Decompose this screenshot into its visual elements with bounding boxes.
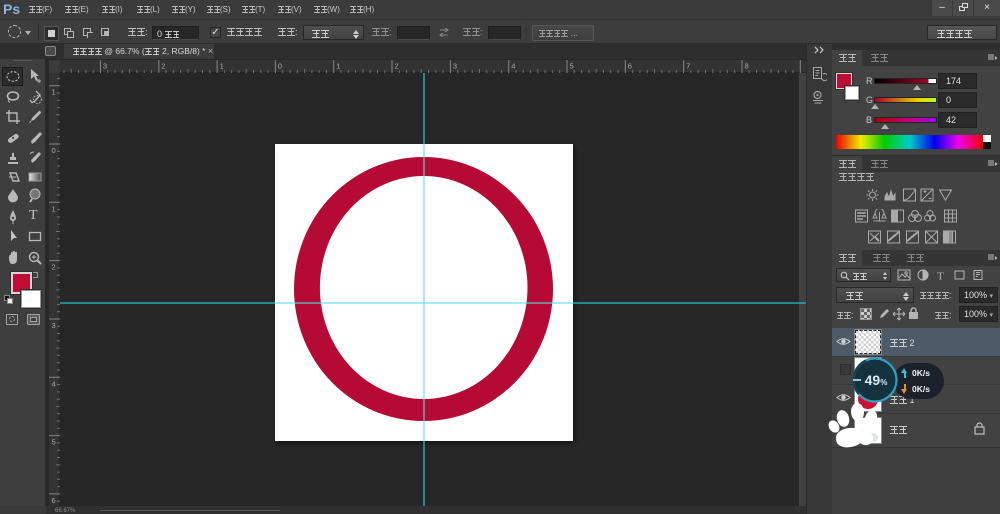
svg-text:4: 4 xyxy=(511,62,515,71)
svg-text:6: 6 xyxy=(52,496,56,505)
svg-text:0: 0 xyxy=(278,62,282,71)
svg-text:3: 3 xyxy=(103,62,107,71)
svg-text:1: 1 xyxy=(52,204,56,213)
svg-text:2: 2 xyxy=(52,263,56,272)
svg-text:1: 1 xyxy=(220,62,224,71)
svg-text:1: 1 xyxy=(52,88,56,97)
svg-text:7: 7 xyxy=(686,62,690,71)
svg-text:5: 5 xyxy=(52,438,56,447)
svg-text:2: 2 xyxy=(161,62,165,71)
svg-text:8: 8 xyxy=(745,62,749,71)
svg-text:3: 3 xyxy=(453,62,457,71)
svg-text:1: 1 xyxy=(336,62,340,71)
svg-text:0: 0 xyxy=(52,146,56,155)
svg-text:2: 2 xyxy=(395,62,399,71)
svg-text:T: T xyxy=(937,271,944,282)
svg-text:6: 6 xyxy=(628,62,632,71)
svg-text:3: 3 xyxy=(52,321,56,330)
svg-text:5: 5 xyxy=(570,62,574,71)
svg-text:4: 4 xyxy=(52,379,56,388)
